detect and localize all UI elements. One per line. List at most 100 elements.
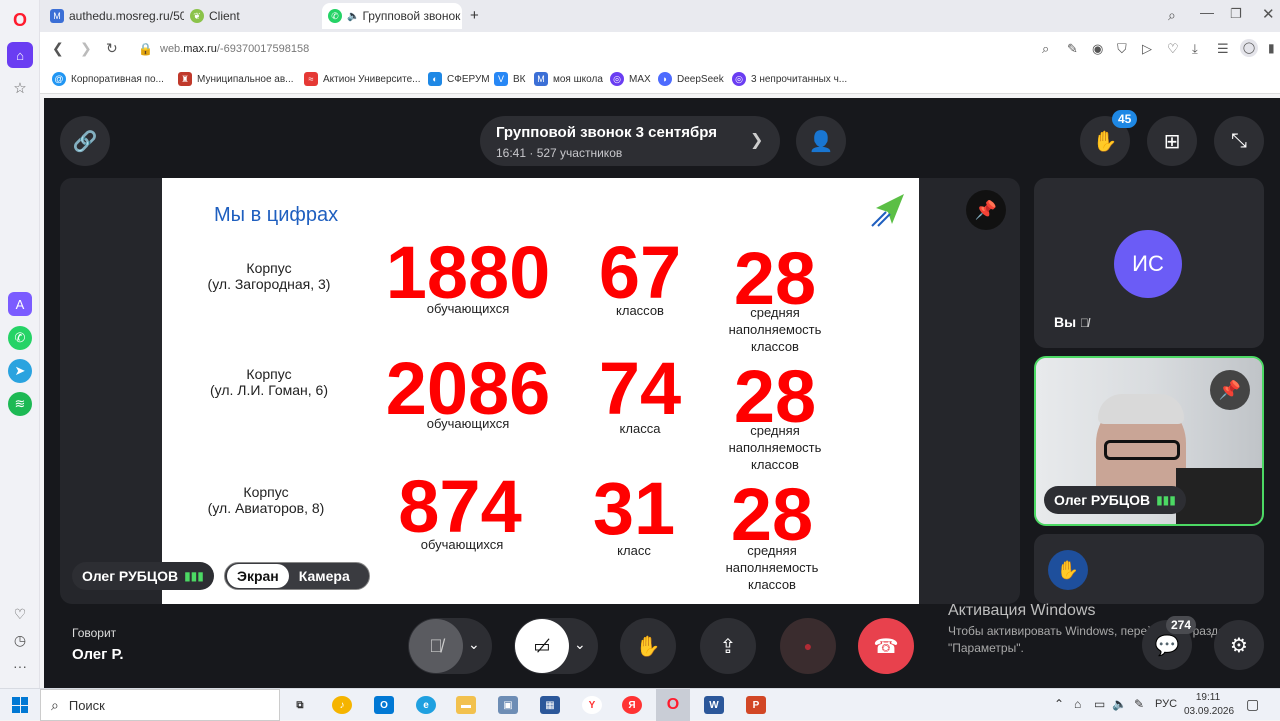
network-icon[interactable]: ⌂ xyxy=(1074,697,1081,711)
lock-icon[interactable]: 🔒 xyxy=(138,42,153,56)
collapse-icon[interactable]: ⤡ xyxy=(1214,116,1264,166)
outlook-icon[interactable]: O xyxy=(374,696,394,714)
bookmark-item[interactable]: V ВК xyxy=(494,72,526,86)
zoom-icon[interactable]: ⌕ xyxy=(1042,41,1049,57)
classes-count: 74 xyxy=(598,347,682,430)
bookmark-item[interactable]: ◎ MAX xyxy=(610,72,651,86)
bookmark-item[interactable]: ◗ DeepSeek xyxy=(658,72,724,86)
mic-off-icon: 🎙̸ xyxy=(1079,316,1089,330)
classes-label: класса xyxy=(619,421,661,436)
new-tab-icon[interactable]: + xyxy=(470,7,479,24)
opera-logo-icon[interactable]: O xyxy=(8,8,32,32)
back-icon[interactable]: ❮ xyxy=(52,40,64,57)
spotify-icon[interactable]: ≋ xyxy=(8,392,32,416)
history-icon[interactable]: ◷ xyxy=(8,628,32,652)
home-icon[interactable]: ⌂ xyxy=(7,42,33,68)
battery-icon[interactable]: ▭ xyxy=(1094,697,1105,711)
extensions-icon[interactable]: ▮ xyxy=(1268,41,1275,55)
shared-screen-tile[interactable]: Мы в цифрах Корпус (ул. Загородная, 3) 18… xyxy=(60,178,1020,604)
camera-off-button[interactable]: ▭̸ xyxy=(515,619,569,673)
participant-tile[interactable]: ✋ xyxy=(1034,534,1264,604)
pin-icon[interactable]: 📌 xyxy=(1210,370,1250,410)
clock-time: 19:11 xyxy=(1195,692,1221,703)
camera-icon[interactable]: ◉ xyxy=(1092,41,1103,57)
edge-icon[interactable]: e xyxy=(416,696,436,714)
call-info[interactable]: Групповой звонок 3 сентября 16:41 · 527 … xyxy=(480,116,780,166)
reload-icon[interactable]: ↻ xyxy=(106,40,118,57)
pin-icon[interactable]: 📌 xyxy=(966,190,1006,230)
restore-icon[interactable]: ❐ xyxy=(1230,6,1242,22)
aria-icon[interactable]: A xyxy=(8,292,32,316)
tab-client[interactable]: ❦ Client xyxy=(184,3,320,29)
heart-bookmark-icon[interactable]: ♡ xyxy=(1167,41,1179,57)
edit-icon[interactable]: ✎ xyxy=(1067,41,1078,57)
max-icon: ✆ xyxy=(328,9,342,23)
record-button[interactable]: ● xyxy=(780,618,836,674)
tray-chevron-icon[interactable]: ⌃ xyxy=(1054,697,1064,711)
tab-bar: M authedu.mosreg.ru/50/ ❦ Client ✆ 🔈 Гру… xyxy=(40,0,1280,32)
word-icon[interactable]: W xyxy=(704,696,724,714)
yandex-browser-icon[interactable]: Y xyxy=(582,696,602,714)
notifications-icon[interactable]: ▢ xyxy=(1246,696,1259,713)
chat-count-badge: 274 xyxy=(1166,616,1197,634)
windows-start-icon[interactable] xyxy=(12,697,28,713)
end-call-button[interactable]: ☎ xyxy=(858,618,914,674)
store-icon[interactable]: ▦ xyxy=(540,696,560,714)
yandex-icon[interactable]: Я xyxy=(622,696,642,714)
tab-mosreg[interactable]: M authedu.mosreg.ru/50/ xyxy=(44,3,184,29)
bookmark-item[interactable]: ♜ Муниципальное ав... xyxy=(178,72,294,86)
search-tabs-icon[interactable]: ⌕ xyxy=(1168,7,1176,24)
grid-view-icon[interactable]: ⊞ xyxy=(1147,116,1197,166)
presentation-slide: Мы в цифрах Корпус (ул. Загородная, 3) 18… xyxy=(162,178,919,604)
tab-call[interactable]: ✆ 🔈 Групповой звонок 3 xyxy=(322,3,462,29)
volume-icon[interactable]: 🔈 xyxy=(1112,697,1127,711)
self-tile[interactable]: ИС Вы 🎙̸ xyxy=(1034,178,1264,348)
play-icon[interactable]: ▷ xyxy=(1142,41,1152,57)
powerpoint-icon[interactable]: P xyxy=(746,696,766,714)
shield-icon[interactable]: ⛉ xyxy=(1117,41,1127,57)
url-field[interactable]: web. max.ru/-69370017598158 xyxy=(160,38,1020,60)
star-icon[interactable]: ☆ xyxy=(8,76,32,100)
bookmark-item[interactable]: ≈ Актион Университе... xyxy=(304,72,420,86)
heart-icon[interactable]: ♡ xyxy=(8,602,32,626)
download-icon[interactable]: ⤓ xyxy=(1192,41,1198,57)
telegram-icon[interactable]: ➤ xyxy=(8,359,32,383)
add-participant-icon[interactable]: 👤 xyxy=(796,116,846,166)
mic-off-button[interactable]: 🎙̸ xyxy=(409,619,463,673)
corpus-label: Корпус (ул. Загородная, 3) xyxy=(194,260,344,292)
opera-taskbar-icon[interactable]: O xyxy=(656,689,690,721)
language-indicator[interactable]: РУС xyxy=(1155,698,1177,710)
share-screen-button[interactable]: ⇪ xyxy=(700,618,756,674)
whatsapp-icon[interactable]: ✆ xyxy=(8,326,32,350)
forward-icon[interactable]: ❯ xyxy=(80,40,92,57)
toggle-camera-button[interactable]: Камера xyxy=(289,568,360,584)
bookmark-item[interactable]: ◐ СФЕРУМ xyxy=(428,72,490,86)
file-explorer-icon[interactable]: ▬ xyxy=(456,696,476,714)
task-view-icon[interactable]: ⧉ xyxy=(290,696,310,714)
search-placeholder: Поиск xyxy=(68,697,105,713)
bookmark-item[interactable]: Mмоя школа xyxy=(534,72,603,86)
pen-icon[interactable]: ✎ xyxy=(1134,697,1144,711)
students-count: 1880 xyxy=(385,231,551,314)
speaker-video-tile[interactable]: 📌 Олег РУБЦОВ ▮▮▮ xyxy=(1034,356,1264,526)
taskbar-search[interactable]: ⌕ Поиск xyxy=(40,689,280,721)
close-window-icon[interactable]: ✕ xyxy=(1262,5,1275,23)
chevron-down-icon[interactable]: ⌄ xyxy=(574,636,586,653)
link-icon[interactable]: 🔗 xyxy=(60,116,110,166)
chevron-down-icon[interactable]: ⌄ xyxy=(468,636,480,653)
raise-hand-button[interactable]: ✋ xyxy=(620,618,676,674)
bookmark-item[interactable]: ◎ 3 непрочитанных ч... xyxy=(732,72,847,86)
menu-icon[interactable]: ☰ xyxy=(1217,41,1229,57)
yandex-music-icon[interactable]: ♪ xyxy=(332,696,352,714)
more-icon[interactable]: ··· xyxy=(8,654,32,678)
profile-icon[interactable]: ◯ xyxy=(1240,39,1258,57)
bookmark-item[interactable]: @ Корпоративная по... xyxy=(52,72,164,86)
jacket-shape xyxy=(1176,468,1262,524)
settings-gear-icon[interactable]: ⚙ xyxy=(1214,620,1264,670)
clock[interactable]: 19:11 03.09.2026 xyxy=(1184,691,1234,719)
self-name: Вы xyxy=(1054,314,1077,330)
app-icon[interactable]: ▣ xyxy=(498,696,518,714)
minimize-icon[interactable]: — xyxy=(1200,4,1214,20)
toggle-screen-button[interactable]: Экран xyxy=(227,564,289,588)
bookmark-label: Корпоративная по... xyxy=(71,73,164,85)
